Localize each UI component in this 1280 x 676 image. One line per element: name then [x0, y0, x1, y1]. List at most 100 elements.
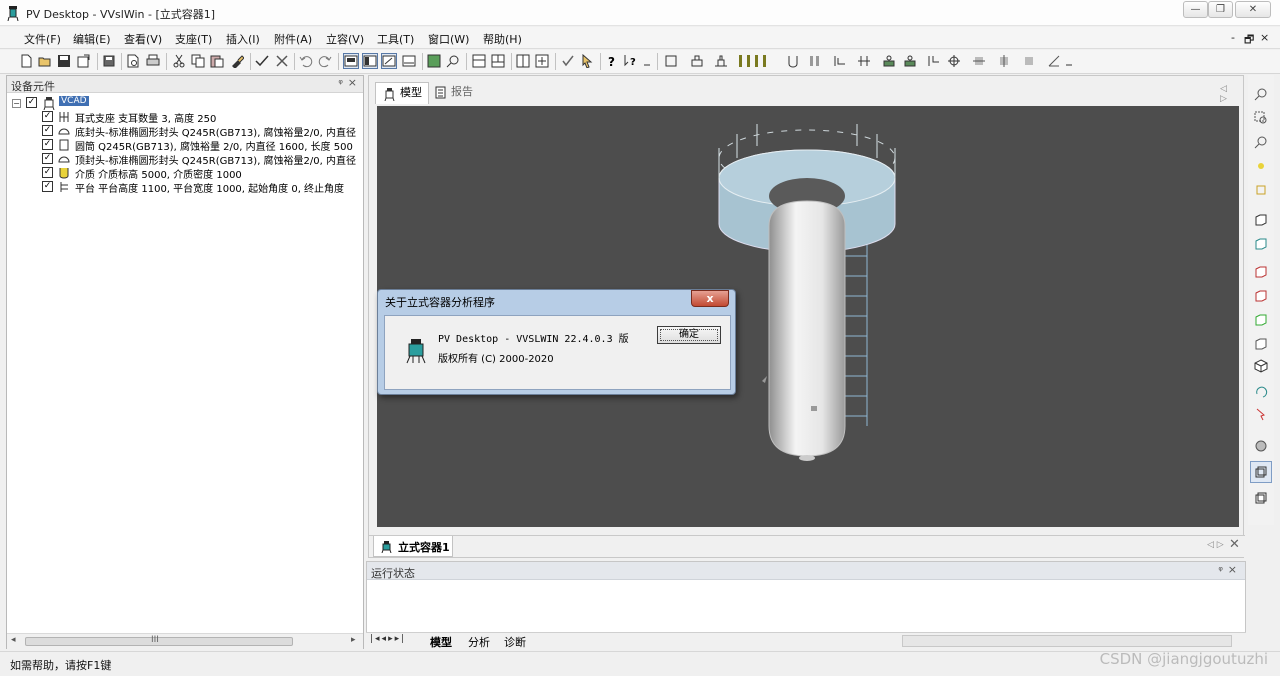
- zoom-icon[interactable]: [446, 54, 460, 68]
- tree-checkbox[interactable]: ✓: [26, 97, 37, 108]
- menu-window[interactable]: 窗口(W): [428, 31, 469, 47]
- tree-checkbox[interactable]: ✓: [42, 111, 53, 122]
- view-3d-icon[interactable]: [343, 53, 359, 69]
- context-help-icon[interactable]: ?: [624, 54, 638, 68]
- frame-icon[interactable]: [472, 54, 486, 68]
- zoom-out-icon[interactable]: [1254, 135, 1268, 149]
- save-all-icon[interactable]: [102, 54, 116, 68]
- tab-scroll-icon[interactable]: ◁ ▷: [1207, 540, 1224, 550]
- lift-lug-icon[interactable]: [882, 54, 896, 68]
- view-left-icon[interactable]: [1254, 265, 1268, 279]
- open-folder-icon[interactable]: [38, 54, 52, 68]
- pipe-tee-icon[interactable]: [857, 54, 871, 68]
- flange-icon[interactable]: [714, 54, 728, 68]
- mdi-restore-button[interactable]: 🗗: [1244, 31, 1254, 50]
- tree-root-label[interactable]: VCAD: [59, 96, 89, 106]
- rotate-icon[interactable]: [947, 54, 961, 68]
- tree-item[interactable]: ✓ 平台 平台高度 1100, 平台宽度 1000, 起始角度 0, 终止角度: [7, 180, 363, 195]
- dialog-close-button[interactable]: x: [691, 290, 729, 307]
- menu-edit[interactable]: 编辑(E): [73, 31, 111, 47]
- tree-item[interactable]: ✓ 耳式支座 支耳数量 3, 高度 250: [7, 110, 363, 125]
- cut-icon[interactable]: [172, 54, 186, 68]
- menu-vertical-vessel[interactable]: 立容(V): [326, 31, 364, 47]
- undo-icon[interactable]: [299, 54, 313, 68]
- menu-insert[interactable]: 插入(I): [226, 31, 260, 47]
- toolbar-overflow-icon[interactable]: [642, 54, 652, 68]
- delete-icon[interactable]: [275, 54, 289, 68]
- tree-checkbox[interactable]: ✓: [42, 153, 53, 164]
- nozzle-icon[interactable]: [690, 54, 704, 68]
- copy-icon[interactable]: [191, 54, 205, 68]
- menu-help[interactable]: 帮助(H): [483, 31, 522, 47]
- mdi-minimize-button[interactable]: -: [1231, 31, 1235, 44]
- sheet-tab-analysis[interactable]: 分析: [468, 634, 490, 650]
- tree-root[interactable]: − ✓ VCAD: [7, 96, 363, 110]
- menu-file[interactable]: 文件(F): [24, 31, 61, 47]
- redo-icon[interactable]: [318, 54, 332, 68]
- tree-item[interactable]: ✓ 底封头-标准椭圆形封头 Q245R(GB713), 腐蚀裕量2/0, 内直径: [7, 124, 363, 139]
- zoom-icon[interactable]: [1254, 87, 1268, 101]
- scroll-left-icon[interactable]: ◂: [11, 635, 16, 645]
- tree-checkbox[interactable]: ✓: [42, 125, 53, 136]
- minimize-button[interactable]: —: [1183, 1, 1208, 18]
- shell-h-icon[interactable]: [972, 54, 986, 68]
- close-file-icon[interactable]: [76, 54, 90, 68]
- view-iso-icon[interactable]: [1254, 359, 1268, 373]
- help-icon[interactable]: ?: [605, 54, 619, 68]
- pin-icon[interactable]: ᵠ: [1218, 564, 1223, 577]
- toolbar-overflow-2-icon[interactable]: [1064, 54, 1074, 68]
- pin-icon[interactable]: ᵠ: [338, 77, 343, 90]
- format-brush-icon[interactable]: [230, 54, 244, 68]
- align-icon[interactable]: [516, 54, 530, 68]
- lift-lug-2-icon[interactable]: [903, 54, 917, 68]
- view-top-icon[interactable]: [1254, 313, 1268, 327]
- pan-icon[interactable]: [1254, 159, 1268, 173]
- saddle-icon[interactable]: [786, 54, 800, 68]
- close-button[interactable]: ✕: [1235, 1, 1271, 18]
- shaded-icon[interactable]: [1254, 491, 1268, 505]
- fit-icon[interactable]: [1254, 183, 1268, 197]
- restore-button[interactable]: ❐: [1208, 1, 1233, 18]
- tab-vertical-vessel-1[interactable]: 立式容器1: [373, 536, 453, 557]
- image-icon[interactable]: [427, 54, 441, 68]
- menu-tools[interactable]: 工具(T): [377, 31, 414, 47]
- save-icon[interactable]: [57, 54, 71, 68]
- menu-attachment[interactable]: 附件(A): [274, 31, 312, 47]
- ok-button[interactable]: 确定: [657, 326, 721, 344]
- menu-view[interactable]: 查看(V): [124, 31, 162, 47]
- support-leg-icon[interactable]: [927, 54, 941, 68]
- rect-icon[interactable]: [664, 54, 678, 68]
- scrollbar-thumb[interactable]: III: [25, 635, 293, 646]
- draw-icon[interactable]: [1047, 54, 1061, 68]
- horizontal-scrollbar[interactable]: ◂ III ▸: [7, 633, 363, 649]
- view-back-icon[interactable]: [1254, 237, 1268, 251]
- sheet-tab-diagnose[interactable]: 诊断: [504, 634, 526, 650]
- pipe-left-icon[interactable]: [833, 54, 847, 68]
- tree-item[interactable]: ✓ 顶封头-标准椭圆形封头 Q245R(GB713), 腐蚀裕量2/0, 内直径: [7, 152, 363, 167]
- panel-close-button[interactable]: ×: [1228, 563, 1237, 576]
- tree-checkbox[interactable]: ✓: [42, 167, 53, 178]
- view-tree-icon[interactable]: [362, 53, 378, 69]
- tree-checkbox[interactable]: ✓: [42, 181, 53, 192]
- ladder-icon[interactable]: [738, 54, 774, 68]
- select-icon[interactable]: [1254, 407, 1268, 421]
- paste-icon[interactable]: [210, 54, 224, 68]
- scroll-right-icon[interactable]: ▸: [351, 635, 356, 645]
- frame-split-icon[interactable]: [491, 54, 505, 68]
- close-document-icon[interactable]: ✕: [1229, 537, 1240, 552]
- view-output-icon[interactable]: [381, 53, 397, 69]
- rotate-icon[interactable]: [1254, 385, 1268, 399]
- tree-expander[interactable]: −: [12, 99, 21, 108]
- tab-model[interactable]: 模型: [375, 82, 429, 104]
- tree-checkbox[interactable]: ✓: [42, 139, 53, 150]
- verify-icon[interactable]: [561, 54, 575, 68]
- shell-c-icon[interactable]: [1022, 54, 1036, 68]
- tab-scroll-icon[interactable]: ◁ ▷: [1220, 84, 1235, 104]
- active-view-button[interactable]: [1250, 461, 1272, 483]
- bars-icon[interactable]: [808, 54, 822, 68]
- panel-close-button[interactable]: ×: [348, 76, 357, 89]
- view-right-icon[interactable]: [1254, 289, 1268, 303]
- new-file-icon[interactable]: [19, 54, 33, 68]
- horizontal-scrollbar[interactable]: [902, 635, 1232, 647]
- render-icon[interactable]: [1254, 439, 1268, 453]
